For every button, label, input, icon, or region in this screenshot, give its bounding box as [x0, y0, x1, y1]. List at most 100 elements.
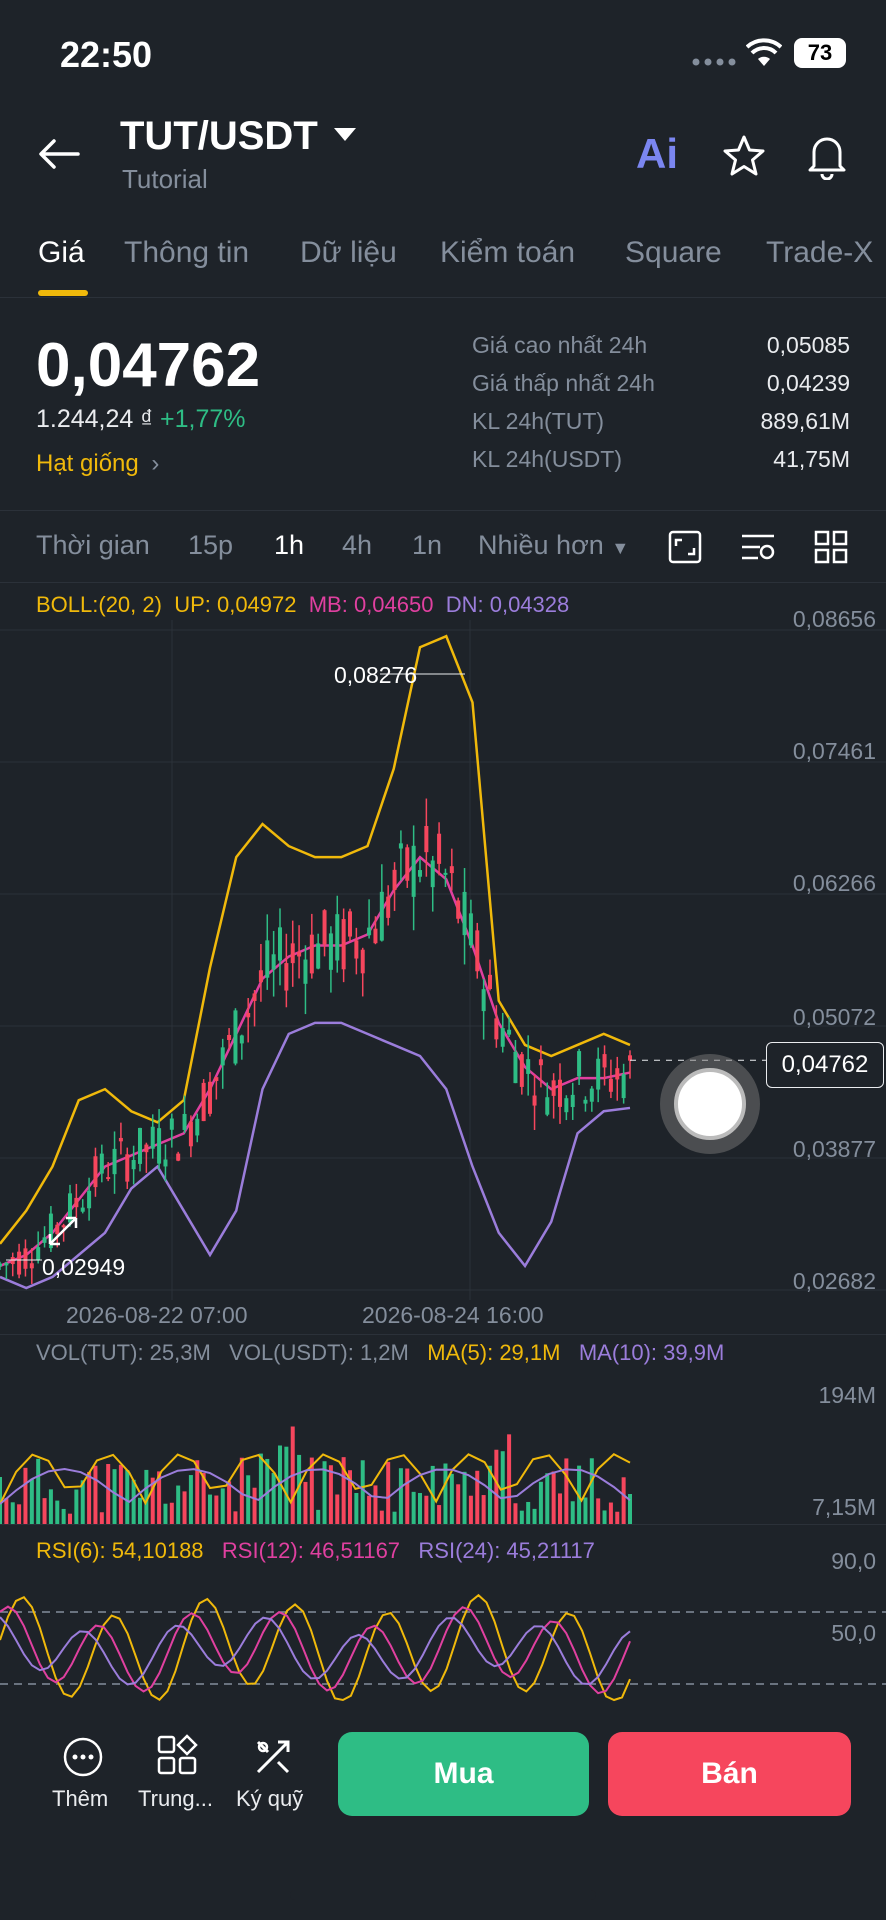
- candle-body: [208, 1081, 212, 1114]
- volume-bar: [258, 1453, 263, 1524]
- candle-body: [411, 845, 416, 897]
- ai-icon[interactable]: Ai: [636, 130, 688, 177]
- timeframe-1h[interactable]: 1h: [274, 530, 304, 561]
- candle-body: [500, 1028, 505, 1047]
- star-icon[interactable]: [722, 134, 766, 178]
- candle-body: [278, 927, 282, 961]
- candle-body: [341, 919, 346, 970]
- timeframe-1n[interactable]: 1n: [412, 530, 442, 561]
- candle-body: [99, 1153, 104, 1174]
- candle-body: [462, 891, 467, 936]
- candle-body: [112, 1148, 117, 1175]
- volume-bar: [589, 1458, 594, 1524]
- tab-square[interactable]: Square: [625, 236, 722, 270]
- indicator-settings-icon[interactable]: [740, 530, 776, 564]
- stat-low-label: Giá thấp nhất 24h: [472, 370, 655, 396]
- expand-arrows-icon[interactable]: [46, 1214, 80, 1248]
- volume-bar: [564, 1458, 569, 1524]
- boll-up-line: [0, 634, 631, 1245]
- candle-body: [532, 1095, 537, 1106]
- timeframe-more[interactable]: Nhiều hơn ▼: [478, 530, 629, 561]
- candle-body: [195, 1118, 200, 1136]
- candle-body: [577, 1051, 582, 1077]
- tab-data[interactable]: Dữ liệu: [300, 236, 397, 270]
- tab-trade-x[interactable]: Trade-X: [766, 236, 873, 270]
- bell-icon[interactable]: [806, 132, 848, 180]
- volume-bar: [271, 1472, 276, 1524]
- tab-price[interactable]: Giá: [38, 236, 85, 270]
- center-label[interactable]: Trung...: [138, 1786, 213, 1812]
- divider: [0, 510, 886, 511]
- volume-bar: [335, 1494, 340, 1524]
- volume-bar: [538, 1481, 543, 1524]
- volume-bar: [252, 1487, 257, 1524]
- divider: [0, 582, 886, 583]
- more-label[interactable]: Thêm: [52, 1786, 108, 1812]
- more-icon[interactable]: [62, 1736, 104, 1778]
- seed-tag[interactable]: Hạt giống ›: [36, 450, 159, 478]
- margin-label[interactable]: Ký quỹ: [236, 1786, 303, 1812]
- candle-body: [201, 1082, 206, 1122]
- current-price-tag: 0,04762: [766, 1042, 884, 1088]
- back-icon[interactable]: [38, 138, 80, 170]
- volume-bar: [456, 1484, 461, 1524]
- volume-bar: [596, 1498, 601, 1524]
- timeframe-4h[interactable]: 4h: [342, 530, 372, 561]
- volume-bar: [526, 1501, 531, 1524]
- volume-bar: [188, 1475, 193, 1524]
- volume-bar: [303, 1481, 308, 1524]
- boll-label: BOLL:(20, 2): [36, 592, 162, 617]
- chevron-down-icon[interactable]: [334, 128, 356, 142]
- pair-name: Tutorial: [122, 164, 208, 194]
- candle-body: [322, 910, 327, 945]
- sell-button[interactable]: Bán: [608, 1732, 851, 1816]
- volume-bar: [437, 1505, 442, 1524]
- candle-body: [36, 1247, 41, 1261]
- volume-bar: [570, 1501, 575, 1524]
- candle-body: [316, 943, 321, 969]
- candle-body: [481, 989, 486, 1012]
- price-chart[interactable]: [0, 620, 886, 1310]
- volume-bar: [48, 1489, 53, 1524]
- divider: [0, 1334, 886, 1335]
- timeframe-15p[interactable]: 15p: [188, 530, 233, 561]
- chart-expand-icon[interactable]: [668, 530, 702, 564]
- volume-bar: [284, 1446, 289, 1524]
- candle-body: [507, 1029, 512, 1035]
- chevron-right-icon: ›: [151, 450, 160, 477]
- candle-body: [558, 1079, 562, 1107]
- volume-bar: [138, 1497, 142, 1524]
- candle-body: [17, 1251, 22, 1275]
- volume-bar: [615, 1511, 620, 1524]
- candle-body: [233, 1010, 238, 1064]
- candle-body: [303, 959, 308, 984]
- candle-body: [144, 1144, 149, 1153]
- price-axis-label: 0,02682: [792, 1268, 876, 1294]
- candle-body: [220, 1047, 225, 1066]
- seed-tag-label: Hạt giống: [36, 450, 139, 477]
- candle-body: [239, 1035, 244, 1044]
- buy-button[interactable]: Mua: [338, 1732, 589, 1816]
- volume-bar: [182, 1491, 187, 1524]
- candle-body: [386, 896, 391, 918]
- volume-bar: [68, 1513, 72, 1524]
- volume-bar: [507, 1434, 512, 1524]
- boll-mb-line: [0, 855, 631, 1268]
- price-axis-label: 0,07461: [792, 738, 876, 764]
- tab-info[interactable]: Thông tin: [124, 236, 249, 270]
- center-icon[interactable]: [156, 1734, 198, 1776]
- candle-body: [150, 1126, 155, 1149]
- margin-icon[interactable]: [252, 1736, 294, 1778]
- home-indicator: [290, 1890, 596, 1900]
- candle-body: [23, 1248, 28, 1269]
- candle-body: [519, 1054, 524, 1087]
- layout-grid-icon[interactable]: [814, 530, 848, 564]
- volume-bar: [468, 1495, 473, 1524]
- candle-body: [589, 1088, 594, 1102]
- pair-title[interactable]: TUT/USDT: [120, 114, 318, 159]
- timeframe-time[interactable]: Thời gian: [36, 530, 150, 561]
- assistive-touch-button[interactable]: [660, 1054, 760, 1154]
- candle-body: [284, 963, 289, 991]
- volume-bar: [169, 1502, 174, 1524]
- tab-audit[interactable]: Kiểm toán: [440, 236, 575, 270]
